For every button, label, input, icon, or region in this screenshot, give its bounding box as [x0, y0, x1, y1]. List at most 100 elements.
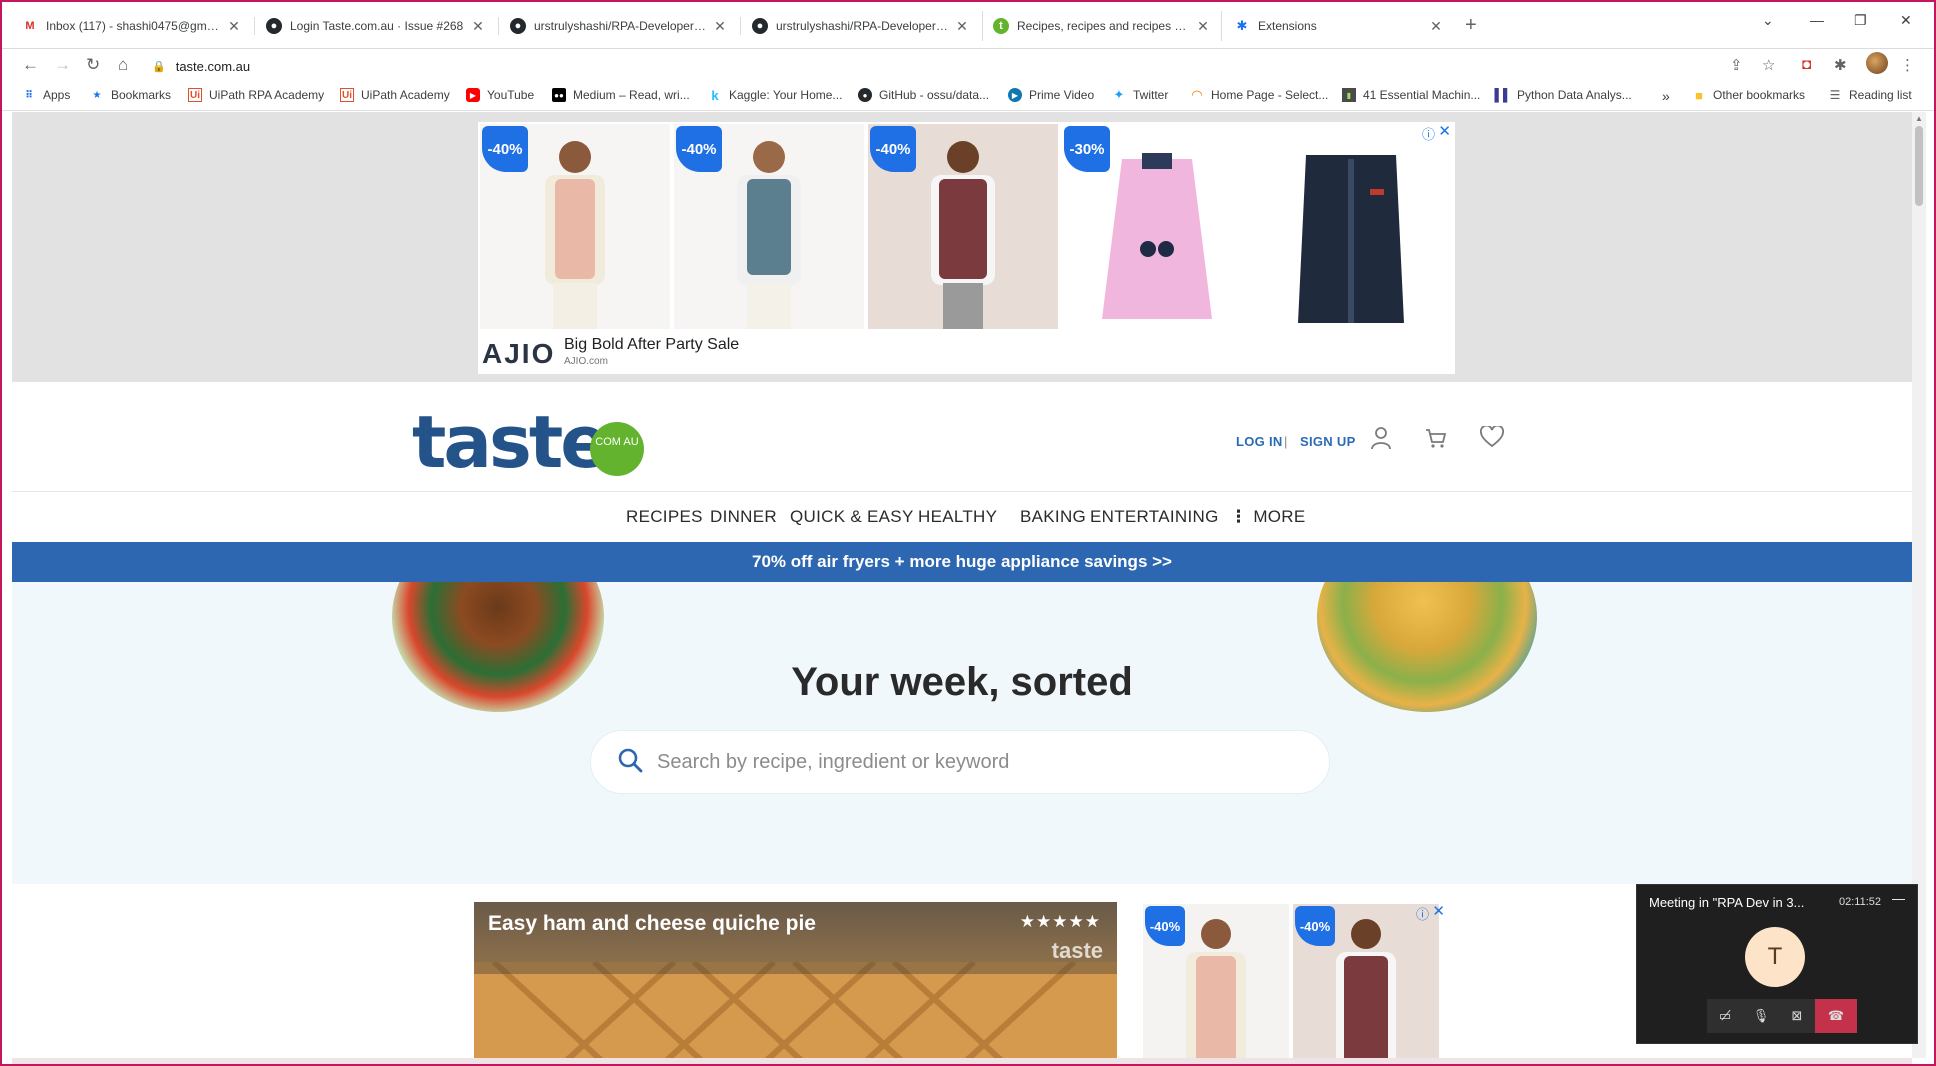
- nav-recipes[interactable]: RECIPES: [626, 507, 703, 527]
- share-screen-icon[interactable]: ⊠: [1779, 999, 1815, 1033]
- bookmark-github[interactable]: ● GitHub - ossu/data...: [858, 88, 989, 102]
- github-icon: ●: [510, 18, 526, 34]
- github-icon: ●: [752, 18, 768, 34]
- camera-off-icon[interactable]: ▭̸: [1707, 999, 1743, 1033]
- star-icon[interactable]: ☆: [1762, 56, 1775, 74]
- ad-close-icon[interactable]: ✕: [1438, 122, 1451, 140]
- bookmark-apps[interactable]: ⠿ Apps: [22, 88, 70, 102]
- github-icon: ●: [858, 88, 872, 102]
- search-icon[interactable]: [617, 747, 643, 778]
- new-tab-icon[interactable]: +: [1465, 14, 1477, 37]
- discount-badge: -40%: [870, 126, 916, 172]
- tab-github-repo-1[interactable]: ● urstrulyshashi/RPA-Developer-in ✕: [500, 11, 738, 41]
- scroll-up-icon[interactable]: ▲: [1915, 114, 1923, 123]
- forward-icon[interactable]: →: [54, 55, 71, 75]
- ad-close-icon[interactable]: ✕: [1432, 902, 1445, 920]
- discount-badge: -30%: [1064, 126, 1110, 172]
- tab-github-issue[interactable]: ● Login Taste.com.au · Issue #268 ✕: [256, 11, 496, 41]
- ad-title[interactable]: Big Bold After Party Sale: [564, 336, 739, 354]
- puzzle-icon: ✱: [1236, 18, 1248, 33]
- user-icon[interactable]: [1370, 426, 1392, 456]
- meeting-widget[interactable]: Meeting in "RPA Dev in 3... 02:11:52 — T…: [1636, 884, 1918, 1044]
- close-icon[interactable]: ✕: [226, 18, 242, 35]
- quiche-image: [474, 962, 1117, 1058]
- hang-up-icon[interactable]: ☎: [1815, 999, 1857, 1033]
- logo-com-au-badge: COM AU: [590, 422, 644, 476]
- tab-extensions[interactable]: ✱ Extensions ✕: [1224, 11, 1454, 41]
- bookmark-bookmarks[interactable]: ★ Bookmarks: [90, 88, 172, 102]
- bookmark-uipath-rpa[interactable]: Ui UiPath RPA Academy: [188, 88, 324, 102]
- nav-healthy[interactable]: HEALTHY: [918, 507, 997, 527]
- bookmark-prime-video[interactable]: ▶ Prime Video: [1008, 88, 1094, 102]
- ad-product-card[interactable]: -30%: [1062, 124, 1252, 329]
- share-icon[interactable]: ⇪: [1730, 56, 1743, 74]
- nav-more[interactable]: ⋮ MORE: [1230, 507, 1306, 527]
- featured-recipe-card[interactable]: Easy ham and cheese quiche pie ★★★★★ tas…: [474, 902, 1117, 1058]
- microphone-icon[interactable]: 🎙: [1743, 999, 1779, 1033]
- ad-product-card[interactable]: -40%: [1293, 904, 1439, 1058]
- bookmark-home-page[interactable]: ◠ Home Page - Select...: [1190, 87, 1328, 102]
- nav-quick-easy[interactable]: QUICK & EASY: [790, 507, 914, 527]
- ad-info-icon[interactable]: ⓘ: [1416, 904, 1429, 923]
- bookmarks-overflow[interactable]: »: [1662, 88, 1670, 104]
- address-bar[interactable]: 🔒 taste.com.au: [152, 54, 1702, 78]
- bookmark-reading-list[interactable]: ☰ Reading list: [1828, 88, 1912, 102]
- restore-icon[interactable]: ❐: [1854, 12, 1867, 29]
- ad-url[interactable]: AJIO.com: [564, 356, 608, 367]
- ajio-ad-bottom[interactable]: -40% -40% ⓘ ✕: [1143, 902, 1449, 1058]
- heart-icon[interactable]: [1480, 424, 1504, 454]
- meeting-controls: ▭̸ 🎙 ⊠ ☎: [1707, 999, 1857, 1033]
- recipe-search-box[interactable]: [590, 730, 1330, 794]
- taste-logo[interactable]: taste: [412, 400, 609, 484]
- feature-title[interactable]: Easy ham and cheese quiche pie: [488, 912, 816, 936]
- scroll-thumb[interactable]: [1915, 126, 1923, 206]
- menu-dots-icon[interactable]: ⋮: [1900, 56, 1915, 74]
- back-icon[interactable]: ←: [22, 55, 39, 75]
- close-icon[interactable]: ✕: [1428, 18, 1444, 35]
- close-icon[interactable]: ✕: [1195, 18, 1211, 35]
- minimize-icon[interactable]: —: [1810, 12, 1824, 28]
- bookmark-other[interactable]: ■ Other bookmarks: [1692, 87, 1805, 103]
- signup-link[interactable]: SIGN UP: [1300, 434, 1356, 449]
- nav-entertaining[interactable]: ENTERTAINING: [1090, 507, 1219, 527]
- tab-github-repo-2[interactable]: ● urstrulyshashi/RPA-Developer-in ✕: [742, 11, 980, 41]
- tab-taste-active[interactable]: t Recipes, recipes and recipes - Taste ✕: [982, 11, 1222, 41]
- ajio-ad[interactable]: -40% -40% -40% -30% AJIO Big Bold After …: [478, 122, 1455, 374]
- nav-baking[interactable]: BAKING: [1020, 507, 1086, 527]
- tab-search-chevron-icon[interactable]: ⌄: [1762, 12, 1774, 29]
- bookmark-uipath-academy[interactable]: Ui UiPath Academy: [340, 88, 450, 102]
- cart-icon[interactable]: [1424, 426, 1448, 456]
- bookmark-kaggle[interactable]: k Kaggle: Your Home...: [708, 88, 842, 103]
- ad-product-card[interactable]: -40%: [480, 124, 670, 329]
- discount-badge: -40%: [1295, 906, 1335, 946]
- bookmark-twitter[interactable]: ✦ Twitter: [1112, 87, 1169, 102]
- bookmarks-bar: ⠿ Apps ★ Bookmarks Ui UiPath RPA Academy Ui…: [2, 83, 1934, 111]
- discount-badge: -40%: [482, 126, 528, 172]
- bookmark-41-essential[interactable]: ▮ 41 Essential Machin...: [1342, 88, 1480, 102]
- home-icon[interactable]: ⌂: [118, 55, 128, 75]
- extension-icon[interactable]: ◘: [1802, 56, 1811, 73]
- login-link[interactable]: LOG IN: [1236, 434, 1283, 449]
- tab-gmail[interactable]: M Inbox (117) - shashi0475@gmail.com ✕: [12, 11, 252, 41]
- nav-dinner[interactable]: DINNER: [710, 507, 777, 527]
- profile-avatar[interactable]: [1866, 52, 1888, 74]
- search-input[interactable]: [657, 750, 1307, 774]
- close-icon[interactable]: ✕: [954, 18, 970, 35]
- ad-product-card[interactable]: [1256, 124, 1446, 329]
- close-icon[interactable]: ✕: [470, 18, 486, 35]
- puzzle-icon[interactable]: ✱: [1834, 56, 1847, 74]
- bookmark-medium[interactable]: ●● Medium – Read, wri...: [552, 88, 690, 102]
- minimize-icon[interactable]: —: [1892, 891, 1905, 906]
- ad-product-card[interactable]: -40%: [674, 124, 864, 329]
- ad-product-card[interactable]: -40%: [1143, 904, 1289, 1058]
- promo-banner[interactable]: 70% off air fryers + more huge appliance…: [12, 542, 1912, 582]
- ad-info-icon[interactable]: ⓘ: [1422, 124, 1435, 143]
- reload-icon[interactable]: ↻: [86, 55, 100, 75]
- page-viewport: -40% -40% -40% -30% AJIO Big Bold After …: [12, 112, 1912, 1058]
- bookmark-python-data[interactable]: ▌▌ Python Data Analys...: [1495, 88, 1632, 102]
- bookmark-youtube[interactable]: ▶ YouTube: [466, 88, 534, 102]
- close-window-icon[interactable]: ✕: [1900, 12, 1912, 29]
- ad-product-card[interactable]: -40%: [868, 124, 1058, 329]
- close-icon[interactable]: ✕: [712, 18, 728, 35]
- folder-icon: ■: [1695, 87, 1703, 103]
